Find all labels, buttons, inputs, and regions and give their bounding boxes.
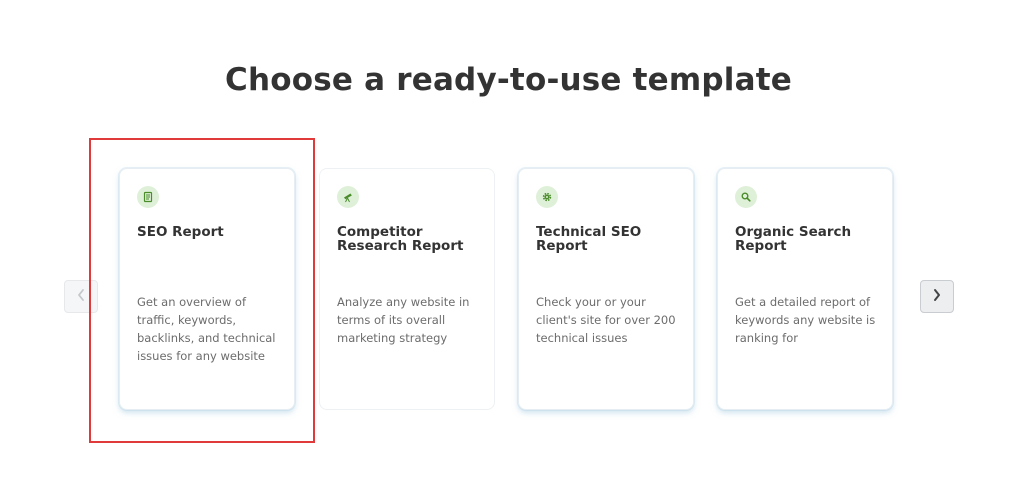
template-card-seo-report[interactable]: SEO Report Get an overview of traffic, k… — [119, 168, 295, 410]
template-card-technical-seo-report[interactable]: Technical SEO Report Check your or your … — [518, 168, 694, 410]
card-title: Technical SEO Report — [536, 224, 642, 254]
template-picker: Choose a ready-to-use template SEO Repor… — [0, 0, 1024, 485]
carousel-prev-button[interactable] — [64, 280, 98, 313]
card-title: Organic Search Report — [735, 224, 852, 254]
card-description: Check your or your client's site for ove… — [536, 295, 676, 345]
chevron-right-icon — [932, 287, 942, 306]
telescope-icon — [337, 186, 359, 208]
chevron-left-icon — [76, 287, 86, 306]
report-icon — [137, 186, 159, 208]
card-description: Get an overview of traffic, keywords, ba… — [137, 295, 276, 363]
search-icon — [735, 186, 757, 208]
page-title: Choose a ready-to-use template — [225, 62, 792, 98]
card-description: Get a detailed report of keywords any we… — [735, 295, 876, 345]
card-title: SEO Report — [137, 224, 224, 240]
card-title: Competitor Research Report — [337, 224, 464, 254]
gear-icon — [536, 186, 558, 208]
card-description: Analyze any website in terms of its over… — [337, 295, 470, 345]
carousel-next-button[interactable] — [920, 280, 954, 313]
template-card-competitor-research-report[interactable]: Competitor Research Report Analyze any w… — [319, 168, 495, 410]
template-card-organic-search-report[interactable]: Organic Search Report Get a detailed rep… — [717, 168, 893, 410]
